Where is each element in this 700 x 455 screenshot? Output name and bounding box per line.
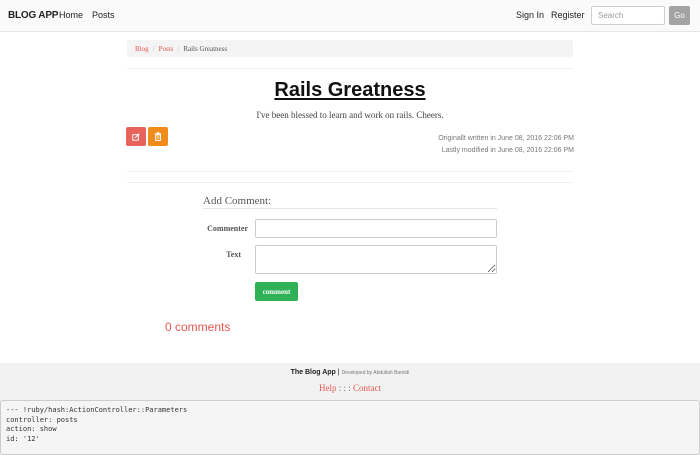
post-title: Rails Greatness [274,79,426,101]
text-label: Text [226,250,241,259]
nav-register-link[interactable]: Register [551,10,585,20]
commenter-input[interactable] [255,219,497,238]
edit-icon [132,132,140,141]
divider [127,171,573,172]
nav-home-link[interactable]: Home [59,10,83,20]
search-button[interactable]: Go [669,6,690,25]
post-modified-date: Lastly modified in June 08, 2016 22:06 P… [441,147,574,154]
nav-signin-link[interactable]: Sign In [516,10,544,20]
post-body: I've been blessed to learn and work on r… [256,110,444,120]
navbar: BLOG APP Home Posts Sign In Register Go [0,0,700,32]
commenter-label: Commenter [207,224,248,233]
breadcrumb-posts-link[interactable]: Posts [159,45,174,53]
breadcrumb: Blog / Posts / Rails Greatness [127,40,573,57]
comment-text-area[interactable] [255,245,497,274]
footer-contact-link[interactable]: Contact [353,383,381,393]
comment-count: 0 comments [165,320,231,334]
divider [127,68,573,69]
footer-links: Help : : : Contact [0,383,700,393]
footer-divider: | [337,369,340,376]
debug-line: controller: posts [6,415,78,424]
footer-credits: The Blog App | Developed by Abdullah Bam… [0,369,700,376]
post-written-date: Originallt written in June 08, 2016 22:0… [438,135,574,142]
debug-line: --- !ruby/hash:ActionController::Paramet… [6,406,188,414]
breadcrumb-separator: / [152,45,155,53]
footer-app-name: The Blog App [290,369,336,376]
divider [127,182,573,183]
debug-line: action: show [6,425,57,433]
form-divider [203,208,497,209]
comment-submit-button[interactable]: comment [255,282,298,301]
edit-post-button[interactable] [126,127,146,146]
breadcrumb-current: Rails Greatness [183,45,228,53]
breadcrumb-blog-link[interactable]: Blog [135,45,149,53]
debug-line: id: '12' [6,434,40,443]
add-comment-heading: Add Comment: [203,195,272,207]
brand-link[interactable]: BLOG APP [8,10,58,21]
delete-post-button[interactable] [148,127,168,146]
footer-help-link[interactable]: Help [319,383,337,393]
breadcrumb-separator: / [177,45,180,53]
footer-developer: Developed by Abdullah Bamidi [341,370,410,376]
footer-separator: : : : [338,383,351,393]
nav-posts-link[interactable]: Posts [92,10,115,20]
trash-icon [154,132,162,141]
search-input[interactable] [591,6,665,25]
debug-params: --- !ruby/hash:ActionController::Paramet… [0,400,700,455]
